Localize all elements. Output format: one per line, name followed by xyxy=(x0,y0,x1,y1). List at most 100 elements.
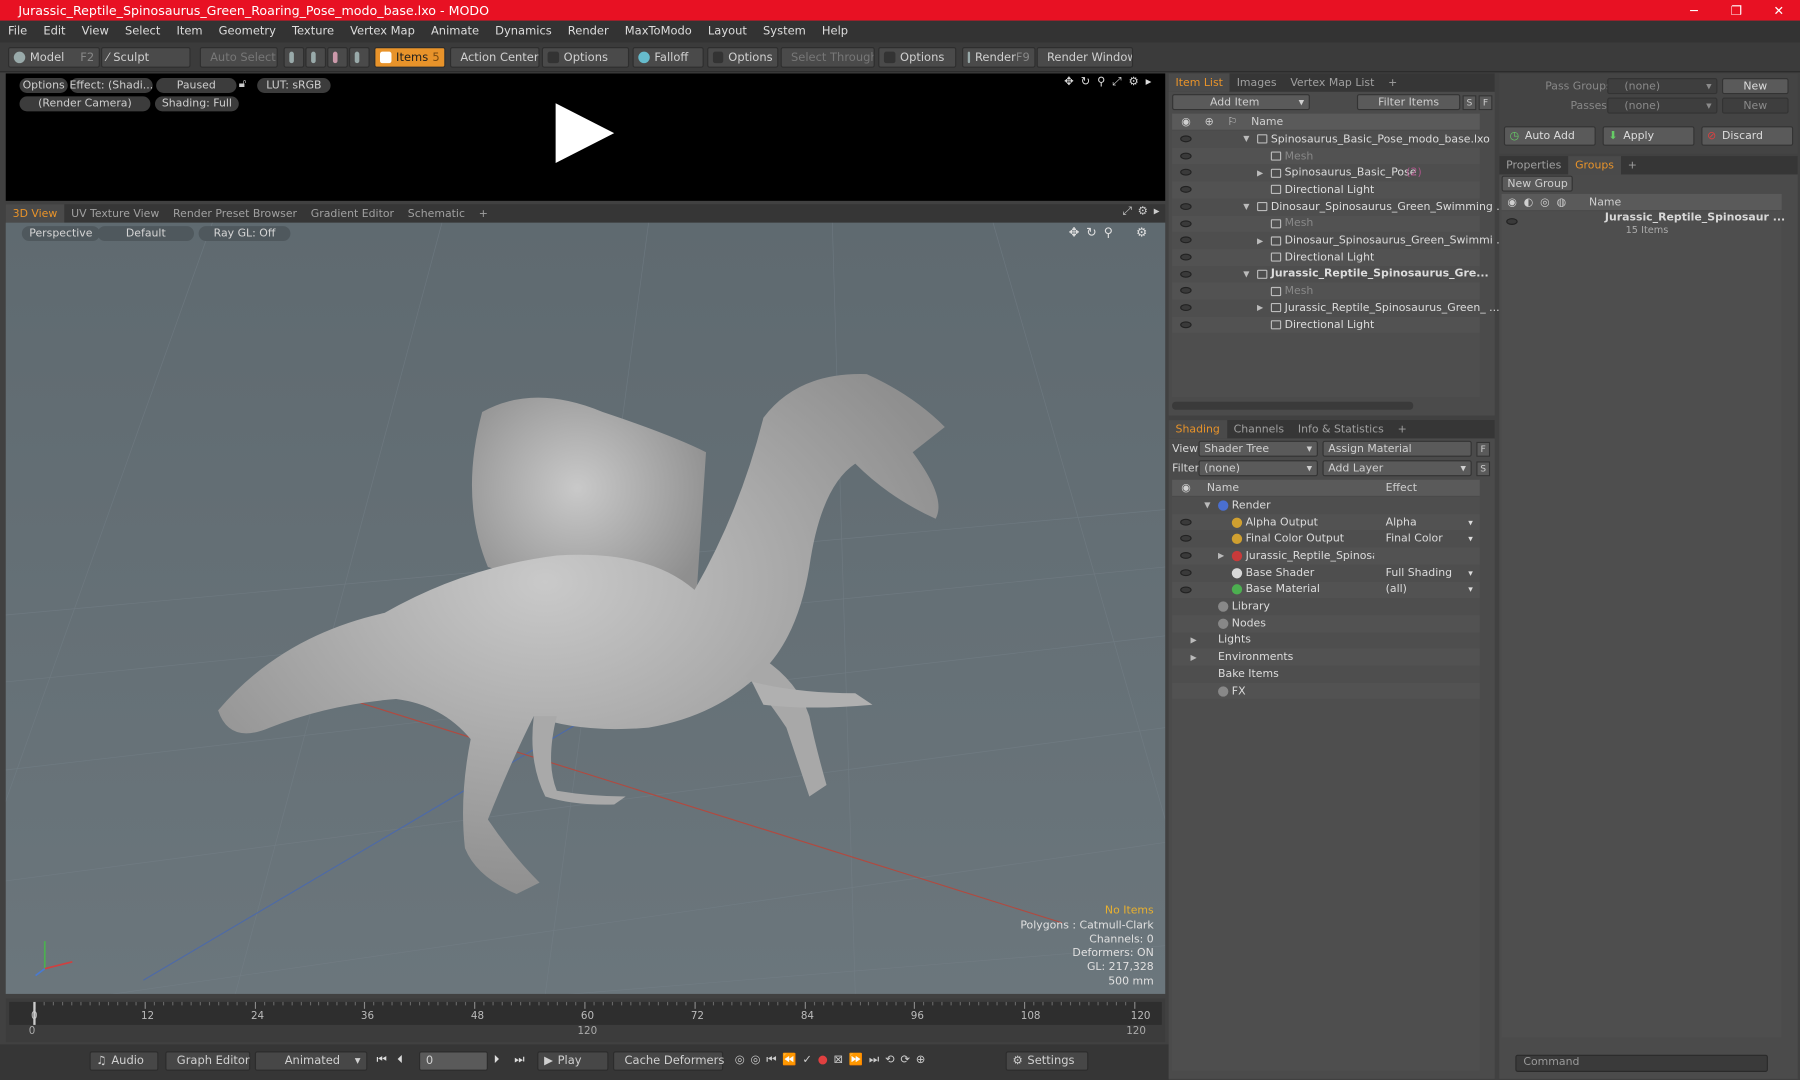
items-mode-button[interactable]: Items 5 xyxy=(374,47,446,68)
item-row[interactable]: Directional Light xyxy=(1172,248,1480,266)
menu-dynamics[interactable]: Dynamics xyxy=(487,25,560,38)
next-key-icon[interactable]: ⏩ xyxy=(849,1054,863,1067)
shader-row[interactable]: Base Shader Full Shading ▾ xyxy=(1172,564,1480,581)
shader-row[interactable]: Final Color Output Final Color ▾ xyxy=(1172,531,1480,548)
new-pass-button[interactable]: New xyxy=(1722,97,1789,114)
cache-deformers-button[interactable]: Cache Deformers xyxy=(613,1051,724,1071)
tab-vertex-map-list[interactable]: Vertex Map List xyxy=(1283,73,1381,91)
model-mode-button[interactable]: Model F2 xyxy=(8,47,100,68)
chevron-down-icon[interactable]: ▾ xyxy=(1468,568,1473,578)
expand-arrow-icon[interactable]: ▶ xyxy=(1257,303,1263,312)
shading-dropdown[interactable]: Shading: Full xyxy=(154,96,239,112)
graph-editor-button[interactable]: Graph Editor xyxy=(165,1051,251,1071)
arrow-right-icon[interactable]: ▸ xyxy=(1154,205,1160,218)
menu-help[interactable]: Help xyxy=(814,25,856,38)
eye-icon[interactable] xyxy=(1180,320,1192,328)
menu-texture[interactable]: Texture xyxy=(284,25,342,38)
expand-arrow-icon[interactable]: ▶ xyxy=(1257,168,1263,177)
preview-effect-dropdown[interactable]: Effect: (Shadi... xyxy=(70,78,153,93)
select-materials-button[interactable] xyxy=(348,47,370,68)
play-button[interactable]: ▶ Play xyxy=(537,1051,609,1071)
zoom-icon[interactable]: ⚲ xyxy=(1104,225,1113,240)
options-button-1[interactable]: Options xyxy=(541,47,630,68)
item-row[interactable]: Directional Light xyxy=(1172,316,1480,334)
shader-row[interactable]: ▼ Render xyxy=(1172,497,1480,514)
animated-dropdown[interactable]: Animated ▾ xyxy=(254,1051,368,1071)
tab-3d-view[interactable]: 3D View xyxy=(5,204,65,223)
audio-button[interactable]: ♫ Audio xyxy=(89,1051,159,1071)
add-layer-dropdown[interactable]: Add Layer ▾ xyxy=(1322,460,1472,477)
options-button-3[interactable]: Options xyxy=(878,47,957,68)
s-button[interactable]: S xyxy=(1462,95,1477,111)
action-center-button[interactable]: Action Center xyxy=(450,47,540,68)
menu-animate[interactable]: Animate xyxy=(423,25,487,38)
shader-row[interactable]: Nodes xyxy=(1172,615,1480,632)
preview-paused-button[interactable]: Paused xyxy=(156,78,237,93)
step-forward-icon[interactable]: ⏵ xyxy=(494,1054,500,1067)
menu-maxtomodo[interactable]: MaxToModo xyxy=(617,25,700,38)
select-vertices-button[interactable] xyxy=(283,47,305,68)
effect-value[interactable]: Full Shading xyxy=(1386,567,1452,580)
shader-row[interactable]: ▶ Environments xyxy=(1172,648,1480,666)
eye-icon[interactable] xyxy=(1180,202,1192,210)
skip-start-icon[interactable]: ⏮ xyxy=(377,1054,387,1067)
playhead[interactable] xyxy=(33,1001,36,1025)
tab-groups[interactable]: Groups xyxy=(1568,156,1621,175)
options-button-2[interactable]: Options xyxy=(707,47,779,68)
eye-icon[interactable] xyxy=(1180,186,1192,193)
viewport-3d[interactable]: Perspective Default Ray GL: Off ✥ ↻ ⚲ ⚙ No … xyxy=(5,222,1166,994)
minimize-button[interactable]: ─ xyxy=(1673,0,1715,21)
tab-uv-texture-view[interactable]: UV Texture View xyxy=(64,204,166,222)
chevron-down-icon[interactable]: ▾ xyxy=(1468,517,1473,527)
eye-icon[interactable] xyxy=(1180,219,1192,227)
item-row[interactable]: ▼ Jurassic_Reptile_Spinosaurus_Gre... xyxy=(1172,266,1489,283)
eye-icon[interactable] xyxy=(1180,535,1192,543)
add-item-dropdown[interactable]: Add Item ▾ xyxy=(1172,94,1310,111)
play-icon[interactable] xyxy=(552,101,616,165)
menu-geometry[interactable]: Geometry xyxy=(211,25,284,38)
eye-icon[interactable] xyxy=(1180,518,1192,526)
discard-button[interactable]: ⊘ Discard xyxy=(1701,126,1794,146)
snap-icon[interactable]: ⊕ xyxy=(916,1054,926,1067)
shader-row[interactable]: Library xyxy=(1172,598,1480,615)
settings-button[interactable]: ⚙ Settings xyxy=(1005,1051,1089,1071)
move-icon[interactable]: ✥ xyxy=(1069,225,1080,240)
tab-item-list[interactable]: Item List xyxy=(1168,73,1230,92)
tab-render-preset-browser[interactable]: Render Preset Browser xyxy=(166,204,304,222)
chevron-down-icon[interactable]: ▾ xyxy=(1468,534,1473,544)
group-row[interactable]: Jurassic_Reptile_Spinosaur ... 15 Items xyxy=(1502,211,1785,245)
effect-value[interactable]: Alpha xyxy=(1386,516,1417,529)
eye-icon[interactable] xyxy=(1180,585,1192,593)
tab-add[interactable]: + xyxy=(1391,420,1414,438)
item-row[interactable]: ▶ Jurassic_Reptile_Spinosaurus_Green_ ... xyxy=(1172,300,1500,317)
expand-arrow-icon[interactable]: ▼ xyxy=(1204,501,1210,510)
loop-icon[interactable]: ⟲ xyxy=(885,1054,895,1067)
rotate-icon[interactable]: ↻ xyxy=(1086,225,1097,240)
menu-render[interactable]: Render xyxy=(560,25,617,38)
tab-channels[interactable]: Channels xyxy=(1227,420,1291,438)
select-through-button[interactable]: Select Through xyxy=(780,47,875,68)
render-window-button[interactable]: Render Window xyxy=(1036,47,1134,68)
item-list-scrollbar[interactable] xyxy=(1172,401,1414,410)
shader-row[interactable]: ▶ Lights xyxy=(1172,632,1480,649)
effect-value[interactable]: (all) xyxy=(1386,583,1407,596)
effect-value[interactable]: Final Color xyxy=(1386,533,1443,546)
lut-dropdown[interactable]: LUT: sRGB xyxy=(257,78,331,93)
expand-arrow-icon[interactable]: ▼ xyxy=(1243,202,1249,211)
eye-icon[interactable] xyxy=(1180,152,1192,160)
menu-system[interactable]: System xyxy=(755,25,814,38)
command-input[interactable]: Command xyxy=(1515,1054,1768,1072)
zoom-icon[interactable]: ⚲ xyxy=(1097,76,1105,89)
item-row[interactable]: ▶ Dinosaur_Spinosaurus_Green_Swimmi ... xyxy=(1172,232,1507,249)
next-key2-icon[interactable]: ⏭ xyxy=(869,1054,879,1067)
tab-add[interactable]: + xyxy=(472,204,495,222)
fit-icon[interactable]: ⤢ xyxy=(1112,76,1121,89)
expand-arrow-icon[interactable]: ▼ xyxy=(1243,270,1249,279)
eye-icon[interactable] xyxy=(1180,304,1192,312)
shader-row[interactable]: Alpha Output Alpha ▾ xyxy=(1172,513,1480,531)
arrow-right-icon[interactable]: ▸ xyxy=(1146,76,1152,89)
shader-row[interactable]: FX xyxy=(1172,682,1480,700)
step-back-icon[interactable]: ⏴ xyxy=(397,1054,403,1067)
rotate-icon[interactable]: ↻ xyxy=(1081,76,1091,89)
new-group-button[interactable]: New Group xyxy=(1501,175,1573,192)
